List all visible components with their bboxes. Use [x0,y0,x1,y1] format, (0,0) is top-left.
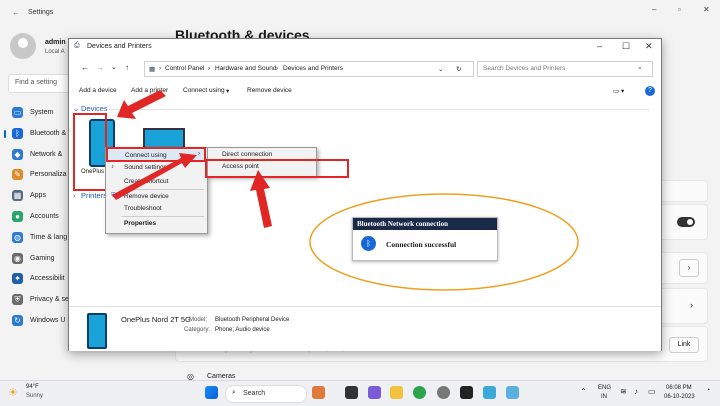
clock-time[interactable]: 06:08 PM [666,385,692,391]
chrome-icon[interactable] [413,386,426,399]
start-button-icon[interactable] [205,386,218,399]
clock-date[interactable]: 06-10-2023 [664,394,695,400]
taskbar: ☀ 94°F Sunny ⌕ Search ⌃ ENG IN ≋ ♪ ▭ 06:… [0,380,720,406]
task-view-icon[interactable] [345,386,358,399]
annotation-arrow-icon [117,90,166,119]
connection-app-icon[interactable] [460,386,473,399]
weather-desc: Sunny [26,393,44,399]
language-code[interactable]: ENG [598,385,611,391]
notification-header: Bluetooth Network connection [353,218,497,230]
taskbar-search[interactable]: ⌕ Search [225,385,307,403]
annotation-overlay [112,90,579,291]
app-icon[interactable] [483,386,496,399]
widgets-icon[interactable] [312,386,325,399]
annotation-arrow-icon [112,153,197,200]
volume-icon[interactable]: ♪ [634,387,638,396]
notification-message: Connection successful [386,240,457,249]
settings-icon[interactable] [437,386,450,399]
weather-temp: 94°F [26,384,39,390]
chat-icon[interactable] [368,386,381,399]
taskbar-search-label: Search [243,390,266,397]
annotation-arrow-icon [250,170,272,228]
weather-icon[interactable]: ☀ [8,386,18,399]
language-region[interactable]: IN [601,394,607,400]
search-icon: ⌕ [232,389,236,396]
battery-icon[interactable]: ▭ [648,387,656,396]
wifi-icon[interactable]: ≋ [620,387,627,396]
control-panel-icon[interactable] [506,386,519,399]
tray-chevron-icon[interactable]: ⌃ [580,387,587,396]
notification-bell-icon[interactable]: ◔ [706,387,710,394]
bluetooth-notification: Bluetooth Network connection ᛒ Connectio… [352,217,498,261]
file-explorer-icon[interactable] [390,386,403,399]
bluetooth-icon: ᛒ [361,236,376,251]
